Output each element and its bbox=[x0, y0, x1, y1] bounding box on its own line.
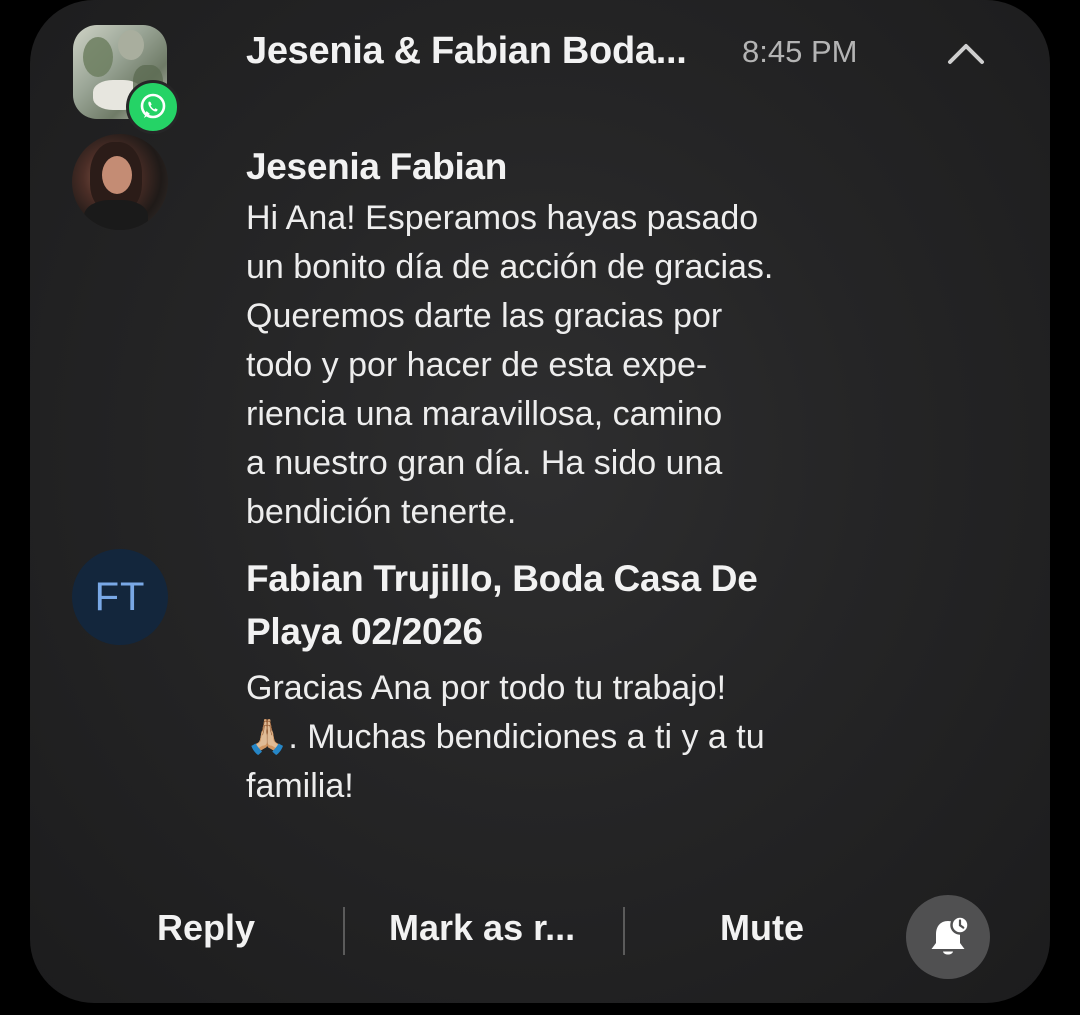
action-divider bbox=[623, 907, 625, 955]
chevron-up-icon[interactable] bbox=[944, 38, 988, 68]
notification-actions: Reply Mark as r... Mute bbox=[30, 895, 1050, 979]
message-sender: Fabian Trujillo, Boda Casa De Playa 02/2… bbox=[246, 558, 758, 652]
message-text: Hi Ana! Esperamos hayas pasado un bonito… bbox=[246, 199, 774, 531]
sender-avatar-initials: FT bbox=[72, 549, 168, 645]
message-text: Gracias Ana por todo tu trabajo! 🙏🏼. Muc… bbox=[246, 669, 765, 805]
reply-button[interactable]: Reply bbox=[157, 907, 255, 949]
message-sender: Jesenia Fabian bbox=[246, 146, 508, 187]
group-title: Jesenia & Fabian Boda... bbox=[246, 30, 687, 72]
bell-snooze-icon[interactable] bbox=[906, 895, 990, 979]
whatsapp-icon bbox=[126, 80, 180, 134]
mute-button[interactable]: Mute bbox=[720, 907, 804, 949]
sender-avatar-photo bbox=[72, 134, 168, 230]
mark-as-read-button[interactable]: Mark as r... bbox=[389, 907, 575, 949]
action-divider bbox=[343, 907, 345, 955]
notification-time: 8:45 PM bbox=[742, 34, 858, 69]
notification-card[interactable]: Jesenia & Fabian Boda... 8:45 PM Jesenia… bbox=[30, 0, 1050, 1003]
